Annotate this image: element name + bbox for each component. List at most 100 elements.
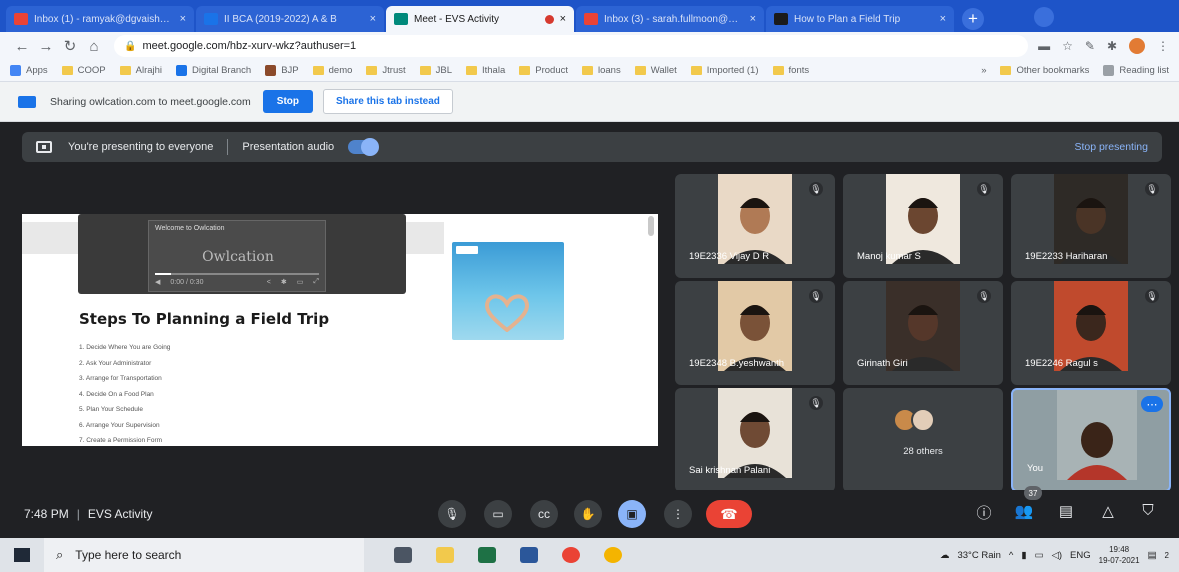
presentation-audio-toggle[interactable] <box>348 138 380 156</box>
embedded-video-player[interactable]: Welcome to Owlcation Owlcation ◀ 0:00 / … <box>78 214 406 294</box>
back-icon[interactable]: ← <box>10 38 34 55</box>
folder-icon <box>772 66 784 75</box>
tab-close-icon[interactable]: × <box>180 13 186 25</box>
people-icon[interactable]: 👥 <box>1012 502 1036 520</box>
chrome-profile-icon[interactable] <box>1034 7 1054 27</box>
bookmark-item[interactable]: Product <box>519 65 568 76</box>
video-fullscreen-icon[interactable]: ⤢ <box>313 278 319 286</box>
tab-title: Inbox (3) - sarah.fullmoon@… <box>604 13 739 25</box>
more-options-button[interactable]: ⋮ <box>664 500 692 528</box>
tab-close-icon[interactable]: × <box>560 13 566 25</box>
bookmark-item[interactable]: JBL <box>419 65 452 76</box>
language-indicator[interactable]: ENG <box>1070 550 1091 561</box>
reading-list-button[interactable]: Reading list <box>1103 65 1169 76</box>
word-icon[interactable] <box>520 547 538 563</box>
tab-close-icon[interactable]: × <box>750 13 756 25</box>
bookmark-item[interactable]: BJP <box>265 65 299 76</box>
menu-kebab-icon[interactable]: ⋮ <box>1157 39 1169 53</box>
bookmark-item[interactable]: Digital Branch <box>176 65 251 76</box>
browser-tab[interactable]: II BCA (2019-2022) A & B × <box>196 6 384 32</box>
raise-hand-button[interactable]: ✋ <box>574 500 602 528</box>
self-tile-more-button[interactable]: ⋯ <box>1141 396 1163 412</box>
bookmark-item[interactable]: Apps <box>10 65 48 76</box>
microphone-button[interactable]: 🎙 <box>438 500 466 528</box>
present-now-button[interactable]: ▣ <box>618 500 646 528</box>
chat-icon[interactable]: ▤ <box>1054 502 1078 520</box>
participant-tile[interactable]: 🎙 Girinath Giri <box>843 281 1003 385</box>
bookmark-label: Ithala <box>482 65 506 76</box>
weather-text[interactable]: 33°C Rain <box>957 550 1000 561</box>
video-play-icon[interactable]: ◀ <box>155 278 160 286</box>
bookmark-item[interactable]: loans <box>582 65 621 76</box>
browser-tab[interactable]: Meet - EVS Activity × <box>386 6 574 32</box>
bookmark-item[interactable]: fonts <box>772 65 809 76</box>
stop-presenting-button[interactable]: Stop presenting <box>1074 141 1148 153</box>
participant-tile[interactable]: 🎙 19E2336 Vijay D R <box>675 174 835 278</box>
bookmark-item[interactable]: Jtrust <box>366 65 406 76</box>
self-tile[interactable]: ⋯ You <box>1011 388 1171 492</box>
tab-close-icon[interactable]: × <box>940 13 946 25</box>
activities-icon[interactable]: △ <box>1096 502 1120 520</box>
browser-tab[interactable]: Inbox (1) - ramyak@dgvaish… × <box>6 6 194 32</box>
paint-icon[interactable] <box>604 547 622 563</box>
battery-icon[interactable]: ▭ <box>1035 550 1044 561</box>
others-tile[interactable]: 28 others <box>843 388 1003 492</box>
cast-icon[interactable]: ▬ <box>1038 39 1050 53</box>
participant-tile[interactable]: 🎙 Sai krishnan Palani <box>675 388 835 492</box>
home-icon[interactable]: ⌂ <box>82 38 106 55</box>
new-tab-button[interactable]: + <box>962 8 984 30</box>
chrome-icon[interactable] <box>562 547 580 563</box>
other-bookmarks-folder[interactable]: Other bookmarks <box>1000 65 1089 76</box>
leave-call-button[interactable]: ☎ <box>706 500 752 528</box>
video-cc-icon[interactable]: ▭ <box>297 278 304 286</box>
puzzle-icon[interactable]: ✱ <box>1107 39 1117 53</box>
participant-tile[interactable]: 🎙 19E2348 B.yeshwanth <box>675 281 835 385</box>
tab-close-icon[interactable]: × <box>370 13 376 25</box>
browser-tab[interactable]: Inbox (3) - sarah.fullmoon@… × <box>576 6 764 32</box>
excel-icon[interactable] <box>478 547 496 563</box>
meet-stage: You're presenting to everyone Presentati… <box>0 122 1179 538</box>
file-explorer-icon[interactable] <box>436 547 454 563</box>
bookmark-item[interactable]: Ithala <box>466 65 505 76</box>
browser-tab[interactable]: How to Plan a Field Trip × <box>766 6 954 32</box>
participant-name: 19E2246 Ragul s <box>1025 358 1098 369</box>
taskbar-clock[interactable]: 19:48 19-07-2021 <box>1099 544 1140 566</box>
url-text: meet.google.com/hbz-xurv-wkz?authuser=1 <box>142 40 357 52</box>
bookmark-item[interactable]: Imported (1) <box>690 65 759 76</box>
video-progress-bar[interactable] <box>155 273 319 275</box>
forward-icon[interactable]: → <box>34 38 58 55</box>
network-icon[interactable]: ▮ <box>1021 550 1026 561</box>
windows-start-icon[interactable] <box>14 548 30 562</box>
bookmarks-overflow-button[interactable]: » <box>981 65 986 76</box>
reload-icon[interactable]: ↻ <box>58 37 82 55</box>
slide-advert-image[interactable] <box>452 242 564 340</box>
slide-scrollbar[interactable] <box>648 216 654 236</box>
extension-icon[interactable]: ✎ <box>1085 39 1095 53</box>
bookmark-star-icon[interactable]: ☆ <box>1062 39 1073 53</box>
bookmark-item[interactable]: demo <box>312 65 352 76</box>
participant-tile[interactable]: 🎙 19E2246 Ragul s <box>1011 281 1171 385</box>
bookmark-item[interactable]: Alrajhi <box>119 65 162 76</box>
task-view-icon[interactable] <box>394 547 412 563</box>
notifications-icon[interactable]: ▤ <box>1148 550 1157 561</box>
tab-favicon-icon <box>394 13 408 25</box>
meeting-details-icon[interactable]: ⓘ <box>972 502 996 523</box>
volume-icon[interactable]: ◁) <box>1052 550 1062 561</box>
video-share-icon[interactable]: < <box>267 279 271 286</box>
participant-tile[interactable]: 🎙 Manoj kumar S <box>843 174 1003 278</box>
folder-icon <box>366 66 378 75</box>
bookmark-item[interactable]: Wallet <box>634 65 677 76</box>
video-settings-icon[interactable]: ✱ <box>281 278 287 286</box>
profile-avatar[interactable] <box>1129 38 1145 54</box>
url-input[interactable]: 🔒 meet.google.com/hbz-xurv-wkz?authuser=… <box>114 35 1029 57</box>
slide-banner-right <box>402 222 444 254</box>
tray-chevron-icon[interactable]: ^ <box>1009 550 1013 561</box>
camera-button[interactable]: ▭ <box>484 500 512 528</box>
host-controls-icon[interactable]: ⛉ <box>1136 502 1160 519</box>
participant-tile[interactable]: 🎙 19E2233 Hariharan <box>1011 174 1171 278</box>
stop-sharing-button[interactable]: Stop <box>262 90 313 113</box>
captions-button[interactable]: cc <box>530 500 558 528</box>
share-this-tab-button[interactable]: Share this tab instead <box>323 89 453 114</box>
taskbar-search[interactable]: ⌕ Type here to search <box>44 538 364 572</box>
bookmark-item[interactable]: COOP <box>61 65 106 76</box>
